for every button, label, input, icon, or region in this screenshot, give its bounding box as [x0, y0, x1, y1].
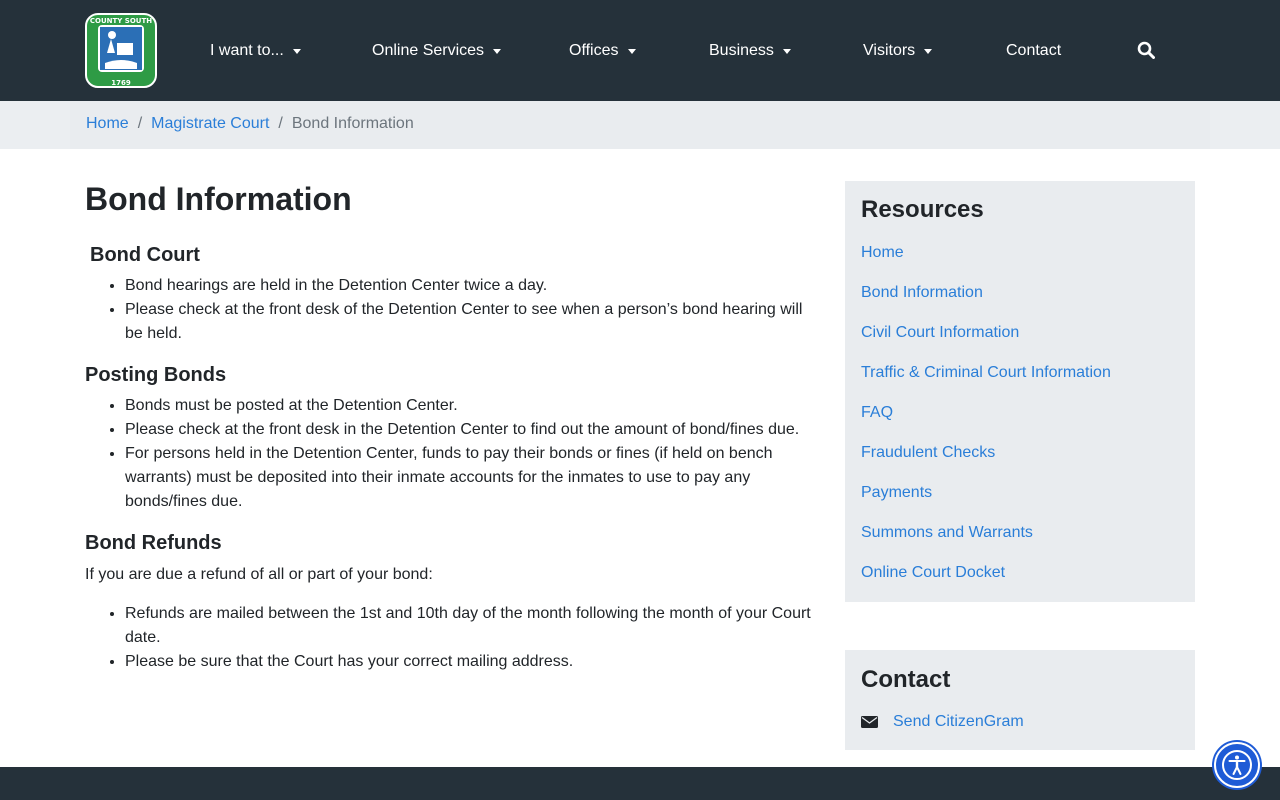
bond-court-list: Bond hearings are held in the Detention … — [85, 274, 815, 346]
sidebar-link-fraudulent-checks[interactable]: Fraudulent Checks — [861, 444, 995, 462]
contact-panel — [845, 650, 1195, 750]
nav-label: Offices — [569, 41, 619, 59]
list-item: Bonds must be posted at the Detention Ce… — [125, 394, 815, 418]
nav-business[interactable]: Business — [709, 0, 791, 101]
page-title: Bond Information — [85, 181, 352, 217]
section-heading-posting-bonds: Posting Bonds — [85, 364, 227, 386]
nav-label: Contact — [1006, 41, 1062, 59]
sidebar-link-civil-court[interactable]: Civil Court Information — [861, 324, 1019, 342]
nav-offices[interactable]: Offices — [569, 0, 636, 101]
bond-refunds-intro: If you are due a refund of all or part o… — [85, 566, 433, 583]
breadcrumb: Home / Magistrate Court / Bond Informati… — [86, 115, 414, 133]
svg-text:COUNTY SOUTH: COUNTY SOUTH — [90, 17, 152, 25]
site-header — [0, 0, 1280, 101]
caret-down-icon — [627, 48, 636, 54]
county-seal-logo[interactable]: COUNTY SOUTH 1769 — [85, 13, 157, 88]
list-item: Please be sure that the Court has your c… — [125, 650, 815, 674]
bond-refunds-list: Refunds are mailed between the 1st and 1… — [85, 602, 815, 674]
contact-title: Contact — [861, 666, 951, 693]
envelope-icon — [861, 716, 878, 728]
nav-i-want-to[interactable]: I want to... — [210, 0, 301, 101]
breadcrumb-separator: / — [137, 115, 143, 132]
nav-online-services[interactable]: Online Services — [372, 0, 502, 101]
list-item: Please check at the front desk of the De… — [125, 298, 815, 346]
list-item: Refunds are mailed between the 1st and 1… — [125, 602, 815, 650]
caret-down-icon — [782, 48, 791, 54]
caret-down-icon — [292, 48, 301, 54]
breadcrumb-current: Bond Information — [291, 115, 414, 132]
list-item: For persons held in the Detention Center… — [125, 442, 815, 514]
accessibility-icon — [1222, 750, 1252, 780]
list-item: Please check at the front desk in the De… — [125, 418, 815, 442]
sidebar-link-summons-warrants[interactable]: Summons and Warrants — [861, 524, 1033, 542]
site-footer — [0, 767, 1280, 800]
posting-bonds-list: Bonds must be posted at the Detention Ce… — [85, 394, 815, 514]
nav-label: Online Services — [372, 41, 485, 59]
caret-down-icon — [493, 48, 502, 54]
sidebar-link-bond-information[interactable]: Bond Information — [861, 284, 983, 302]
nav-visitors[interactable]: Visitors — [863, 0, 933, 101]
nav-label: Visitors — [863, 41, 916, 59]
search-icon[interactable] — [1137, 41, 1155, 59]
breadcrumb-separator: / — [278, 115, 283, 132]
sidebar-link-payments[interactable]: Payments — [861, 484, 932, 502]
accessibility-button[interactable] — [1214, 742, 1260, 788]
sidebar-link-traffic-criminal[interactable]: Traffic & Criminal Court Information — [861, 364, 1111, 382]
nav-label: I want to... — [210, 41, 284, 59]
list-item: Bond hearings are held in the Detention … — [125, 274, 815, 298]
sidebar-link-online-docket[interactable]: Online Court Docket — [861, 564, 1005, 582]
section-heading-bond-refunds: Bond Refunds — [85, 532, 222, 554]
caret-down-icon — [924, 48, 933, 54]
breadcrumb-home[interactable]: Home — [86, 115, 129, 133]
sidebar-link-home[interactable]: Home — [861, 244, 904, 262]
svg-text:1769: 1769 — [111, 79, 131, 87]
nav-label: Business — [709, 41, 774, 59]
sidebar-link-faq[interactable]: FAQ — [861, 404, 893, 422]
resources-title: Resources — [861, 196, 984, 223]
send-citizengram-link[interactable]: Send CitizenGram — [893, 713, 1024, 731]
breadcrumb-magistrate-court[interactable]: Magistrate Court — [151, 115, 269, 133]
nav-contact[interactable]: Contact — [1006, 0, 1061, 101]
section-heading-bond-court: Bond Court — [90, 244, 200, 266]
